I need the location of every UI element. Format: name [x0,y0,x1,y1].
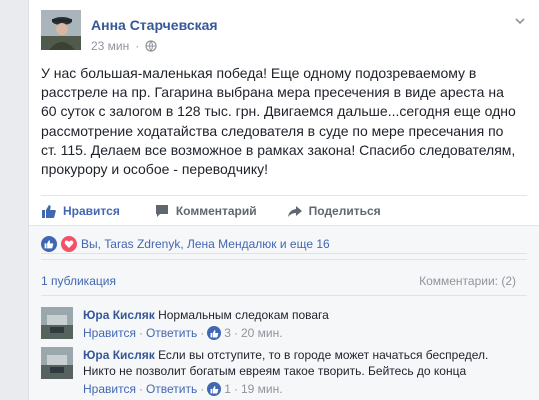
share-button[interactable]: Поделиться [287,197,381,225]
comment-time[interactable]: 19 мин. [241,381,283,397]
commenter-avatar[interactable] [41,347,73,379]
comment-time[interactable]: 20 мин. [241,325,283,341]
comment-icon [155,204,168,217]
comment-footer: Нравится · Ответить · 3 · 20 мин. [83,325,523,341]
feedback-area: Вы, Taras Zdrenyk, Лена Мендалюк и еще 1… [29,225,539,400]
comment-body: Юра Кисляк Если вы отступите, то в город… [83,347,523,397]
thumbs-up-icon [207,326,222,340]
thumbs-up-icon [42,204,56,218]
comment-button[interactable]: Комментарий [154,197,257,225]
divider [41,259,527,260]
like-label: Нравится [63,203,120,218]
comment-label: Комментарий [175,203,257,218]
comment-author[interactable]: Юра Кисляк [83,348,155,362]
comment-like-link[interactable]: Нравится [83,325,136,341]
comment-reply-link[interactable]: Ответить [146,381,197,397]
post-actions: Нравится Комментарий Поделиться [41,195,527,225]
comment-text: Нормальным следокам повага [158,308,329,322]
dot-separator: · [233,326,238,340]
dot-separator: · [135,39,140,53]
dot-separator: · [138,382,143,396]
dot-separator: · [138,326,143,340]
comment-body: Юра Кисляк Нормальным следокам повага Нр… [83,307,523,341]
thumbs-up-icon [207,382,222,396]
post-meta: 23 мин · [91,39,157,53]
reactions-summary[interactable]: Вы, Taras Zdrenyk, Лена Мендалюк и еще 1… [41,234,527,254]
globe-icon [145,40,157,52]
share-icon [287,205,302,217]
comment-footer: Нравится · Ответить · 1 · 19 мин. [83,381,523,397]
dot-separator: · [200,326,205,340]
author-avatar[interactable] [41,10,81,50]
post-author[interactable]: Анна Старчевская [91,17,218,33]
share-label: Поделиться [308,203,381,218]
like-button[interactable]: Нравится [41,197,120,225]
post-card: Анна Старчевская 23 мин · У нас большая-… [28,0,539,400]
post-header: Анна Старчевская 23 мин · [41,10,527,54]
dot-separator: · [233,382,238,396]
reactions-text[interactable]: Вы, Taras Zdrenyk, Лена Мендалюк и еще 1… [81,237,330,251]
comment-reply-link[interactable]: Ответить [146,325,197,341]
comment-like-count[interactable]: 3 [224,325,231,341]
chevron-down-icon[interactable] [513,14,527,28]
comments-count[interactable]: Комментарии: (2) [419,274,516,288]
comment-like-count[interactable]: 1 [224,381,231,397]
comment-like-link[interactable]: Нравится [83,381,136,397]
like-reaction-icon [41,235,57,252]
commenter-avatar[interactable] [41,307,73,339]
dot-separator: · [200,382,205,396]
love-reaction-icon [61,235,77,252]
post-time[interactable]: 23 мин [91,39,129,53]
post-text: У нас большая-маленькая победа! Еще одно… [41,65,516,178]
comment-author[interactable]: Юра Кисляк [83,308,155,322]
divider [41,295,527,296]
